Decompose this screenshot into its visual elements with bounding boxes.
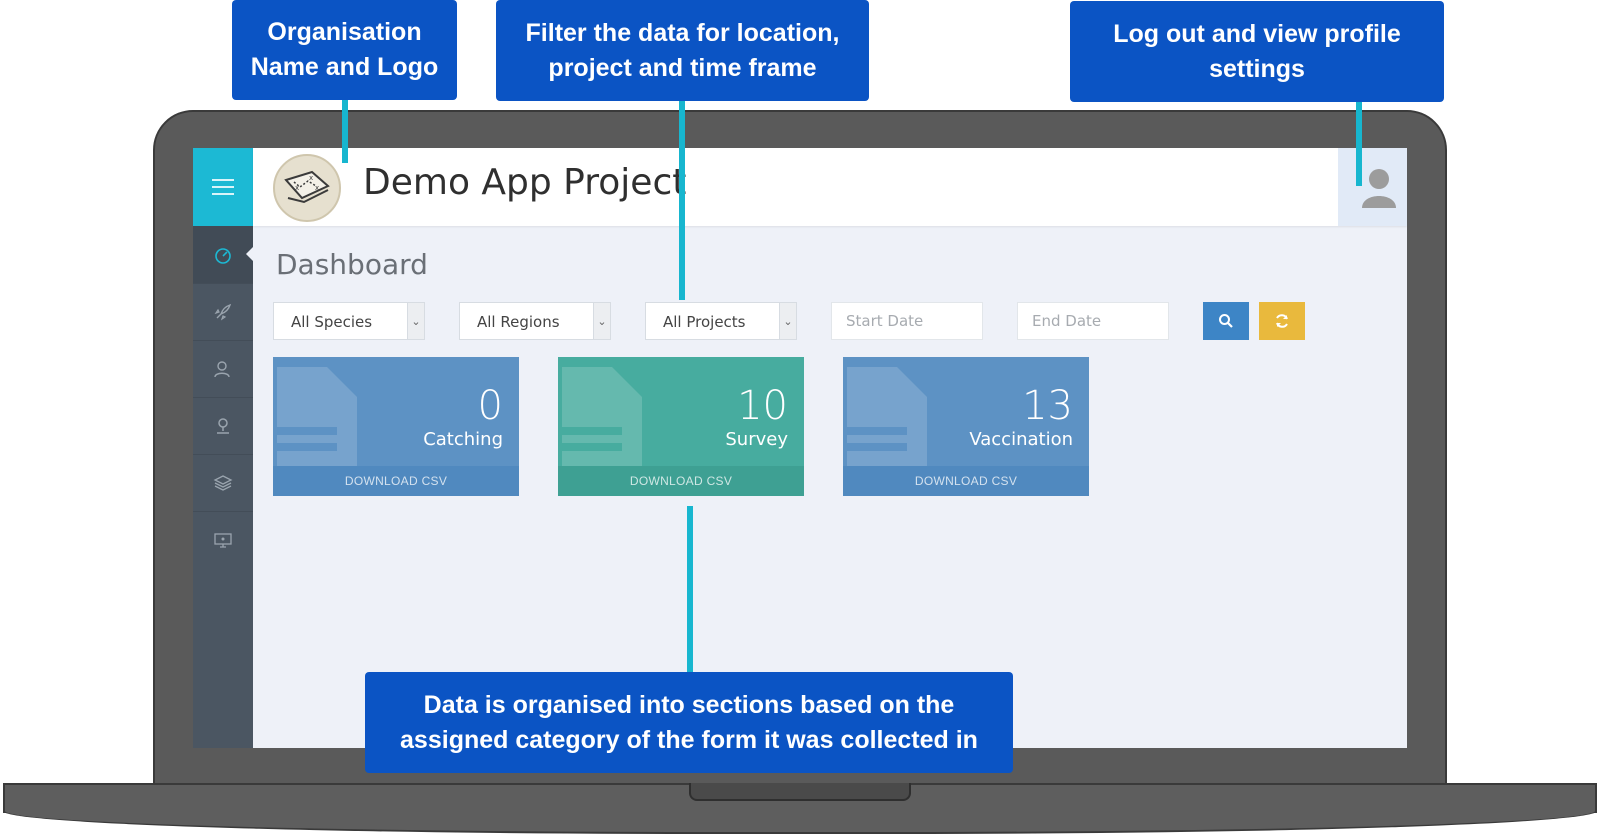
app-screen: x x x Demo App Project ⌄ Dashboard All S… (193, 148, 1407, 748)
chevron-down-icon: ⌄ (593, 303, 610, 339)
user-avatar-icon (1361, 169, 1396, 208)
chevron-down-icon: ⌄ (407, 303, 424, 339)
tile-label: Vaccination (969, 429, 1073, 450)
search-button[interactable] (1203, 302, 1249, 340)
sidebar-item-layers[interactable] (193, 454, 253, 512)
page-title: Dashboard (276, 248, 428, 281)
filter-callout: Filter the data for location, project an… (496, 0, 869, 101)
rocket-icon (214, 303, 232, 320)
species-select-value: All Species (291, 313, 373, 331)
tile-count: 10 (737, 383, 788, 429)
top-bar: x x x Demo App Project ⌄ (253, 148, 1407, 226)
svg-text:x: x (315, 184, 319, 192)
sidebar (193, 148, 254, 748)
document-icon (562, 367, 642, 477)
sidebar-item-projects[interactable] (193, 283, 253, 341)
profile-callout-connector (1356, 98, 1362, 186)
map-logo-icon: x x x (284, 170, 330, 204)
document-icon (847, 367, 927, 477)
projects-select[interactable]: All Projects ⌄ (645, 302, 797, 340)
category-tile-survey: 10 Survey DOWNLOAD CSV (558, 357, 804, 496)
profile-menu-button[interactable]: ⌄ (1338, 148, 1407, 226)
end-date-input[interactable] (1017, 302, 1169, 340)
refresh-button[interactable] (1259, 302, 1305, 340)
monitor-icon (214, 532, 232, 548)
organisation-logo: x x x (273, 154, 341, 222)
start-date-input[interactable] (831, 302, 983, 340)
logo-callout-connector (342, 97, 348, 163)
category-tile-catching: 0 Catching DOWNLOAD CSV (273, 357, 519, 496)
projects-select-value: All Projects (663, 313, 746, 331)
sections-callout: Data is organised into sections based on… (365, 672, 1013, 773)
tile-label: Survey (725, 429, 788, 450)
tile-label: Catching (423, 429, 503, 450)
category-tile-vaccination: 13 Vaccination DOWNLOAD CSV (843, 357, 1089, 496)
sidebar-item-display[interactable] (193, 511, 253, 568)
search-icon (1219, 314, 1233, 328)
laptop-base-bottom (3, 811, 1597, 834)
document-icon (277, 367, 357, 477)
species-select[interactable]: All Species ⌄ (273, 302, 425, 340)
sidebar-item-dashboard[interactable] (193, 226, 254, 284)
download-csv-link[interactable]: DOWNLOAD CSV (273, 466, 519, 496)
profile-callout: Log out and view profile settings (1070, 1, 1444, 102)
chevron-down-icon: ⌄ (1406, 180, 1407, 194)
layers-icon (213, 474, 233, 491)
chevron-down-icon: ⌄ (779, 303, 796, 339)
regions-select-value: All Regions (477, 313, 560, 331)
refresh-icon (1276, 314, 1288, 328)
users-icon (214, 360, 230, 377)
svg-text:x: x (309, 174, 313, 182)
download-csv-link[interactable]: DOWNLOAD CSV (843, 466, 1089, 496)
tile-count: 13 (1022, 383, 1073, 429)
app-title: Demo App Project (363, 162, 687, 203)
regions-select[interactable]: All Regions ⌄ (459, 302, 611, 340)
sidebar-item-users[interactable] (193, 340, 253, 398)
menu-icon (212, 174, 234, 200)
filter-callout-connector (679, 98, 685, 300)
tile-count: 0 (477, 383, 503, 429)
download-csv-link[interactable]: DOWNLOAD CSV (558, 466, 804, 496)
laptop-notch (689, 783, 911, 801)
menu-toggle-button[interactable] (193, 148, 253, 226)
dashboard-icon (215, 247, 231, 264)
sidebar-item-locations[interactable] (193, 397, 253, 455)
location-pin-icon (217, 417, 229, 434)
sections-callout-connector (687, 506, 693, 676)
logo-callout: Organisation Name and Logo (232, 0, 457, 100)
svg-text:x: x (295, 184, 299, 192)
